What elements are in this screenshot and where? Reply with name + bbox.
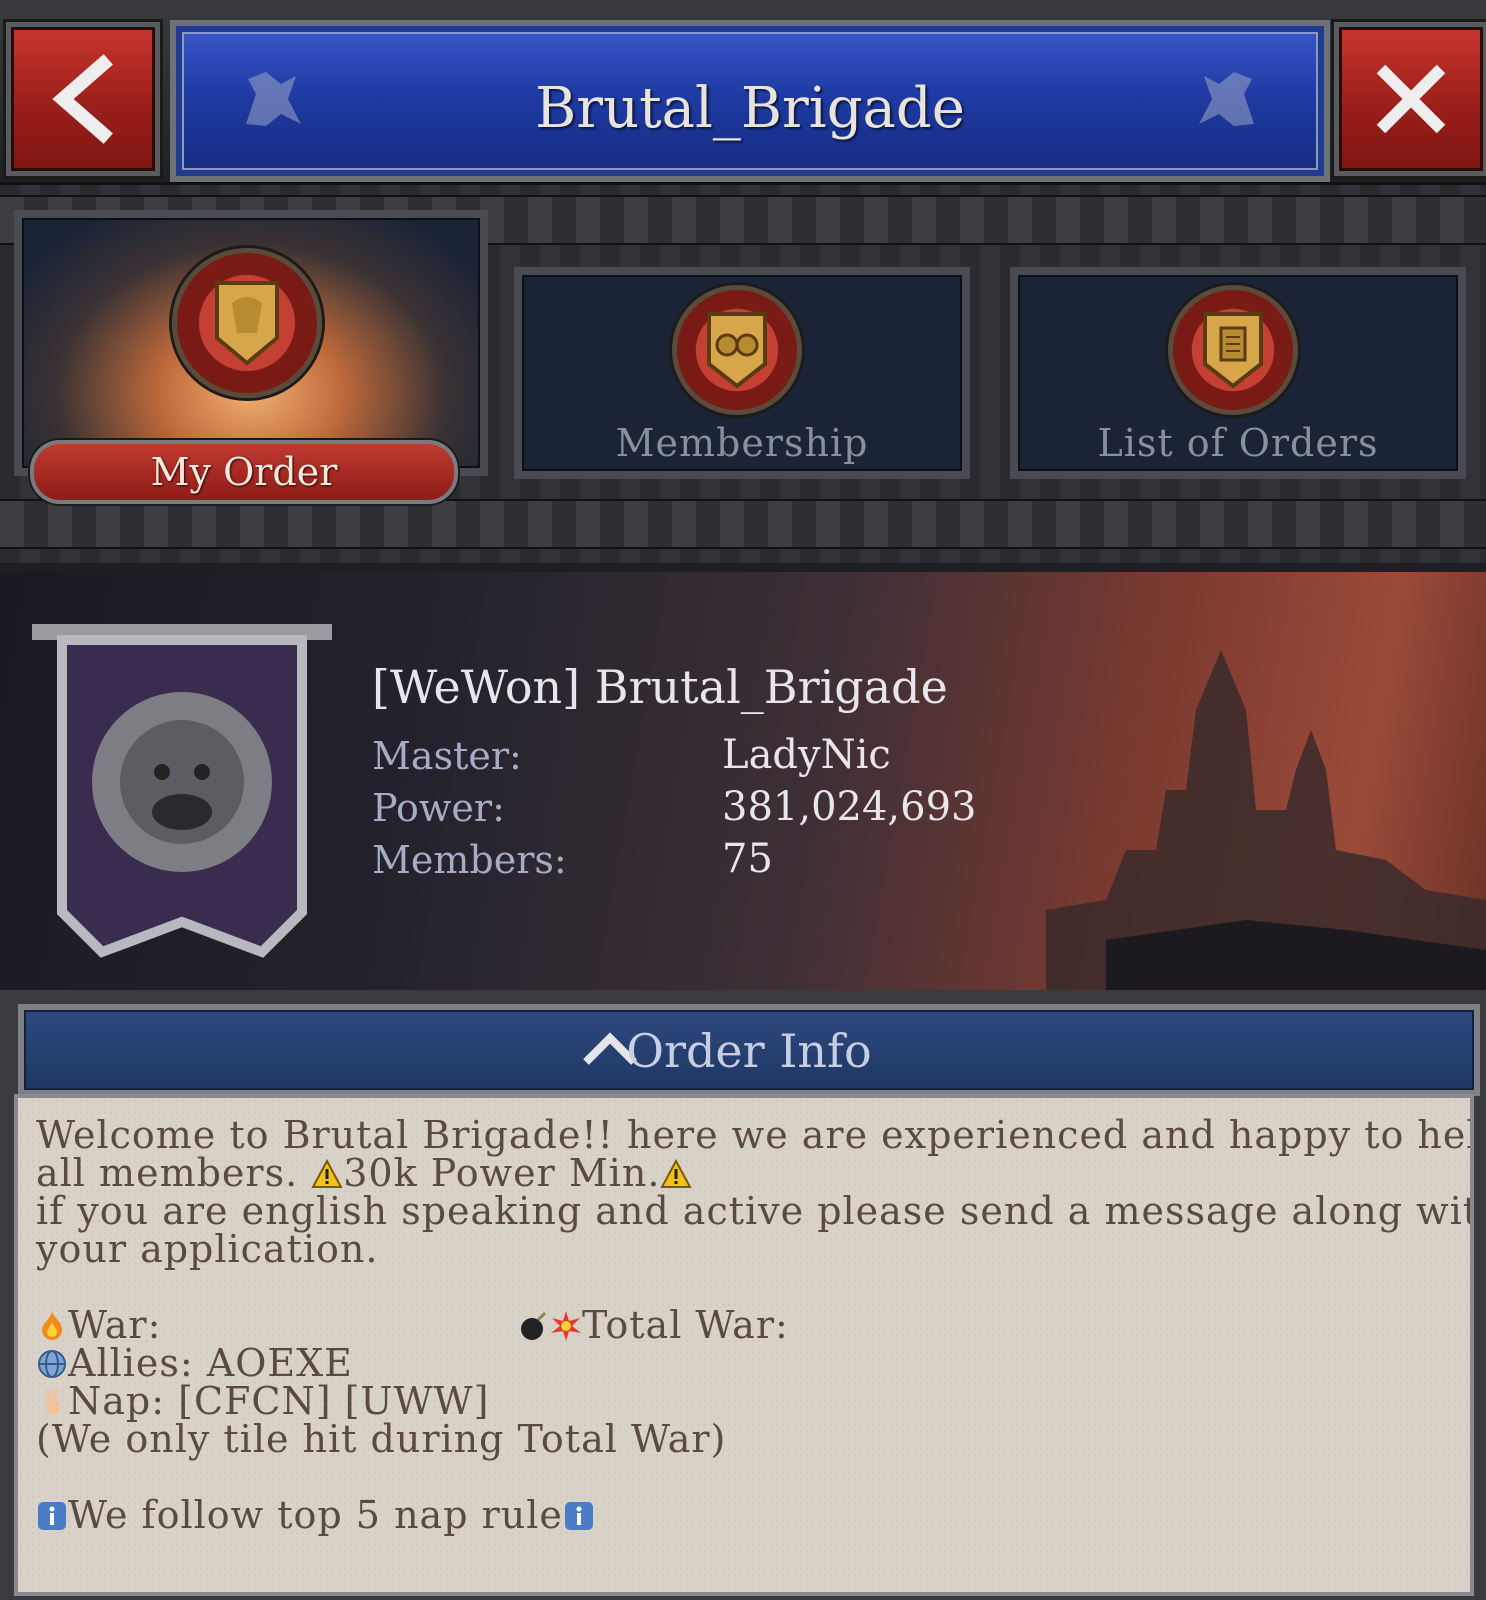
- master-value: LadyNic: [722, 732, 891, 778]
- info-line: all members. 30k Power Min.: [36, 1154, 693, 1192]
- bomb-icon: [521, 1311, 547, 1340]
- info-line: Welcome to Brutal Brigade!! here we are …: [36, 1113, 1474, 1157]
- tab-membership-label: Membership: [615, 421, 869, 465]
- chevron-left-icon: [52, 54, 113, 144]
- members-label: Members:: [372, 838, 567, 882]
- globe-icon: [38, 1350, 66, 1378]
- helmets-shield-icon: [672, 285, 802, 415]
- info-line: We follow top 5 nap rule: [36, 1496, 595, 1534]
- info-icon: [38, 1502, 66, 1530]
- lion-emblem-icon: [1199, 72, 1254, 126]
- tab-membership[interactable]: Membership: [514, 267, 970, 479]
- lion-banner-icon: [32, 624, 332, 958]
- power-value: 381,024,693: [722, 784, 977, 830]
- info-line: Allies: AOEXE: [36, 1344, 353, 1382]
- warning-icon: [660, 1158, 693, 1188]
- info-line: Total War:: [518, 1306, 789, 1344]
- info-line: your application.: [36, 1227, 379, 1271]
- back-button[interactable]: [6, 22, 160, 176]
- tab-bar: My Order Membership List of Orders: [0, 185, 1486, 563]
- order-info-toggle[interactable]: Order Info: [18, 1004, 1480, 1096]
- power-label: Power:: [372, 786, 505, 830]
- warning-icon: [311, 1158, 343, 1188]
- lion-shield-icon: [172, 248, 322, 398]
- order-info-text: Welcome to Brutal Brigade!! here we are …: [14, 1094, 1474, 1596]
- info-line: (We only tile hit during Total War): [36, 1417, 727, 1461]
- header-bar: Brutal_Brigade: [0, 0, 1486, 185]
- decorative-strip: [0, 499, 1486, 549]
- info-line: War:: [36, 1306, 161, 1344]
- explosion-icon: [551, 1311, 581, 1341]
- members-value: 75: [722, 836, 773, 882]
- castle-background-image: [1046, 650, 1486, 990]
- title-banner: Brutal_Brigade: [170, 20, 1330, 182]
- tab-my-order-label[interactable]: My Order: [30, 440, 458, 504]
- close-button[interactable]: [1334, 22, 1486, 176]
- tab-my-order[interactable]: [14, 210, 488, 476]
- info-icon: [564, 1502, 593, 1530]
- info-line: if you are english speaking and active p…: [36, 1189, 1474, 1233]
- close-icon: [1376, 64, 1446, 134]
- order-name: [WeWon] Brutal_Brigade: [372, 660, 948, 714]
- scroll-shield-icon: [1168, 285, 1298, 415]
- fire-icon: [42, 1312, 62, 1340]
- peace-hand-icon: [45, 1389, 60, 1414]
- tab-list-of-orders-label: List of Orders: [1097, 421, 1379, 465]
- tab-list-of-orders[interactable]: List of Orders: [1010, 267, 1466, 479]
- master-label: Master:: [372, 734, 522, 778]
- order-info-section: Order Info Welcome to Brutal Brigade!! h…: [0, 990, 1486, 1600]
- order-info-title: Order Info: [626, 1024, 872, 1078]
- info-line: Nap: [CFCN] [UWW]: [36, 1382, 489, 1420]
- page-title: Brutal_Brigade: [535, 76, 965, 141]
- order-summary-panel: [0, 572, 1486, 990]
